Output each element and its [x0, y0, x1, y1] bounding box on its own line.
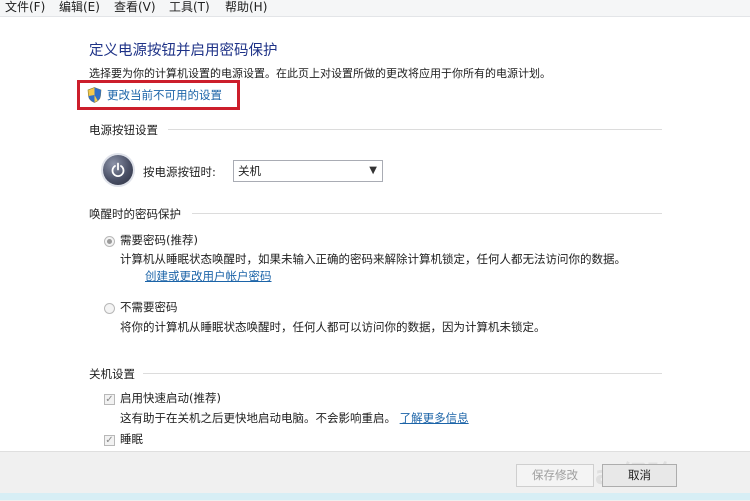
power-button-label: 按电源按钮时:: [143, 165, 216, 179]
power-button-selected-value: 关机: [238, 164, 261, 178]
no-password-label: 不需要密码: [120, 300, 178, 314]
fast-startup-desc: 这有助于在关机之后更快地启动电脑。不会影响重启。 了解更多信息: [120, 410, 469, 426]
fast-startup-desc-text: 这有助于在关机之后更快地启动电脑。不会影响重启。: [120, 411, 396, 425]
chevron-down-icon: ▼: [369, 165, 377, 176]
uac-shield-icon: [87, 87, 102, 103]
menu-help[interactable]: 帮助(H): [225, 0, 267, 15]
change-settings-label[interactable]: 更改当前不可用的设置: [107, 87, 222, 103]
shutdown-section-title: 关机设置: [89, 367, 135, 381]
cancel-button[interactable]: 取消: [602, 464, 677, 487]
learn-more-link[interactable]: 了解更多信息: [400, 411, 469, 425]
create-password-link[interactable]: 创建或更改用户帐户密码: [145, 268, 272, 284]
no-password-desc: 将你的计算机从睡眠状态唤醒时，任何人都可以访问你的数据，因为计算机未锁定。: [120, 320, 546, 334]
menu-bar: 文件(F) 编辑(E) 查看(V) 工具(T) 帮助(H): [0, 0, 750, 17]
no-password-radio[interactable]: [104, 303, 115, 314]
section-divider: [143, 373, 662, 374]
page-title: 定义电源按钮并启用密码保护: [89, 43, 278, 59]
require-password-label: 需要密码(推荐): [120, 233, 198, 247]
power-button-section-title: 电源按钮设置: [89, 123, 158, 137]
menu-view[interactable]: 查看(V): [114, 0, 156, 15]
fast-startup-label: 启用快速启动(推荐): [120, 391, 221, 405]
save-button[interactable]: 保存修改: [516, 464, 594, 487]
section-divider: [168, 129, 662, 130]
fast-startup-checkbox[interactable]: ✓: [104, 394, 115, 405]
page-description: 选择要为你的计算机设置的电源设置。在此页上对设置所做的更改将应用于你所有的电源计…: [89, 67, 551, 80]
power-button-select[interactable]: 关机 ▼: [233, 160, 383, 182]
require-password-desc: 计算机从睡眠状态唤醒时，如果未输入正确的密码来解除计算机锁定，任何人都无法访问你…: [120, 252, 626, 266]
sleep-checkbox[interactable]: ✓: [104, 435, 115, 446]
menu-file[interactable]: 文件(F): [5, 0, 45, 15]
require-password-radio[interactable]: [104, 236, 115, 247]
menu-tools[interactable]: 工具(T): [169, 0, 210, 15]
sleep-label: 睡眠: [120, 432, 143, 446]
bottom-strip: [0, 493, 750, 500]
menu-edit[interactable]: 编辑(E): [59, 0, 100, 15]
wake-password-section-title: 唤醒时的密码保护: [89, 207, 181, 221]
power-icon: [103, 155, 133, 185]
change-settings-link[interactable]: 更改当前不可用的设置: [87, 87, 222, 103]
section-divider: [192, 213, 662, 214]
